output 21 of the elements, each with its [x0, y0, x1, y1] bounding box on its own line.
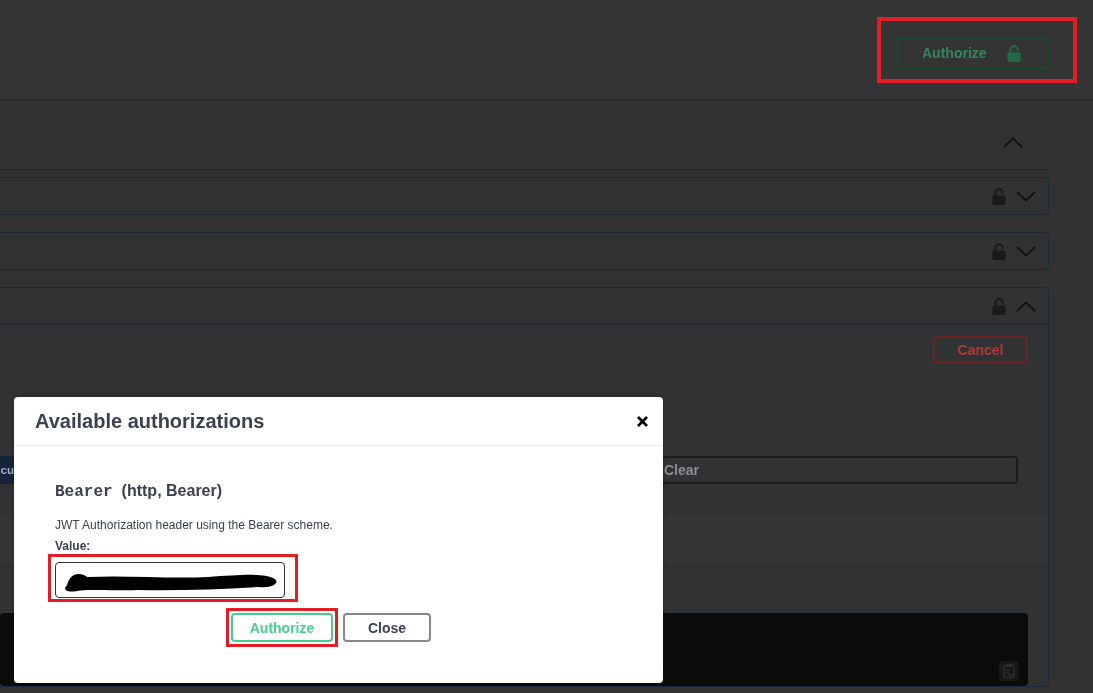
scheme-name: Bearer [55, 482, 113, 502]
chevron-up-icon[interactable] [1003, 137, 1023, 148]
close-icon[interactable] [637, 415, 648, 427]
authorize-button[interactable]: Authorize [231, 613, 333, 642]
open-padlock-icon [992, 297, 1006, 315]
value-label: Value: [55, 539, 91, 554]
open-padlock-icon [1006, 44, 1021, 62]
chevron-down-icon[interactable] [1016, 245, 1036, 257]
modal-title: Available authorizations [35, 409, 265, 433]
open-padlock-icon [992, 187, 1006, 205]
clipboard-icon[interactable] [999, 661, 1019, 681]
scheme-description: JWT Authorization header using the Bearer scheme. [55, 518, 333, 533]
authorize-button[interactable]: Authorize [897, 37, 1049, 69]
execute-button[interactable]: cu [0, 456, 14, 484]
cancel-button[interactable]: Cancel [933, 335, 1028, 364]
clear-button[interactable]: Clear [663, 456, 1018, 484]
close-button[interactable]: Close [343, 613, 431, 642]
chevron-down-icon[interactable] [1016, 190, 1036, 202]
scheme-type: (http, Bearer) [121, 481, 223, 501]
open-padlock-icon [992, 242, 1006, 260]
chevron-up-icon[interactable] [1016, 300, 1036, 312]
